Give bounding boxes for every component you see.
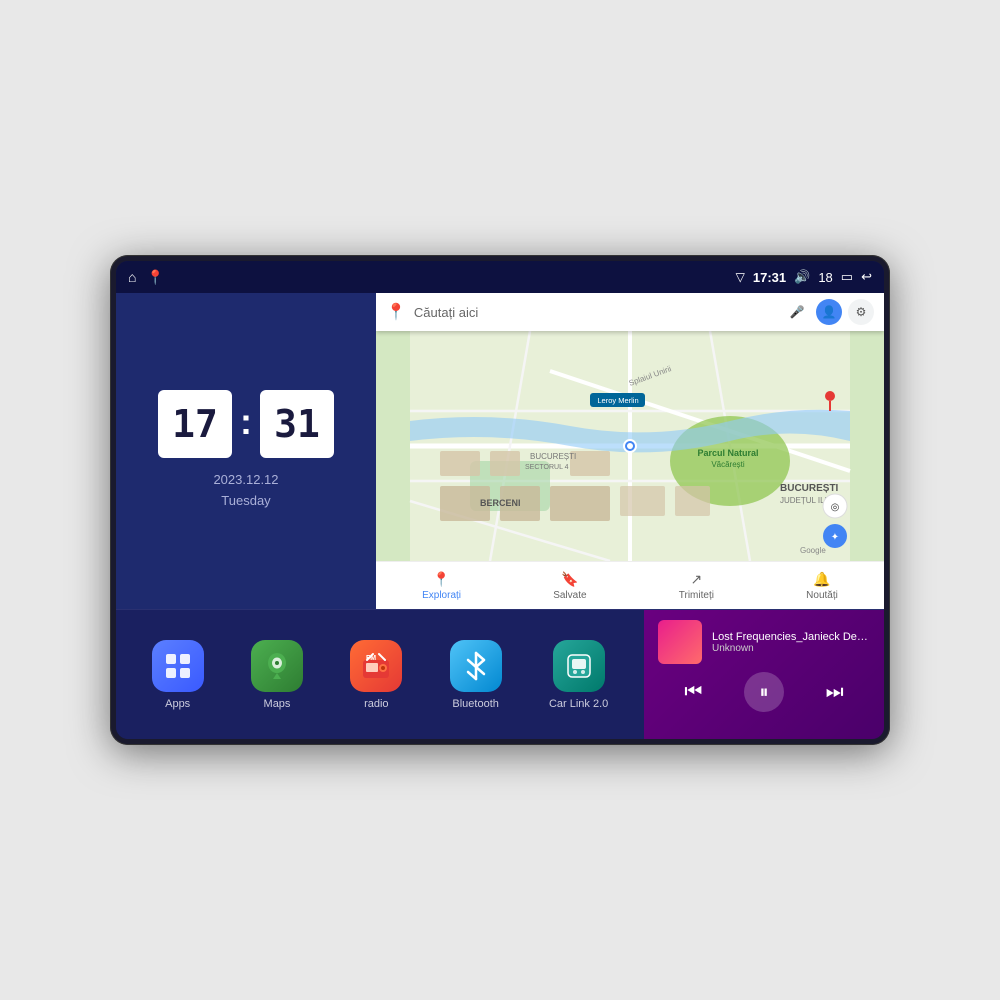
battery-level: 18 [818,270,832,285]
nav-item-salvate[interactable]: 🔖 Salvate [553,571,586,601]
map-area[interactable]: Parcul Natural Văcărești BUCUREȘTI JUDEȚ… [376,331,884,561]
app-item-maps[interactable]: Maps [251,640,303,710]
prev-button[interactable]: ⏮ [673,672,713,712]
map-panel: 📍 Căutați aici 🎤 👤 ⚙ [376,293,884,609]
svg-text:Parcul Natural: Parcul Natural [697,448,758,458]
svg-text:✦: ✦ [831,532,839,543]
map-bottom-bar: 📍 Explorați 🔖 Salvate ↗ Trimiteți 🔔 [376,561,884,609]
clock-minute: 31 [260,390,334,458]
carlink-icon [553,640,605,692]
music-artist: Unknown [712,643,870,654]
app-item-carlink[interactable]: Car Link 2.0 [549,640,608,710]
nav-item-noutăți[interactable]: 🔔 Noutăți [806,571,838,601]
volume-icon: 🔊 [794,269,810,285]
status-right-info: ▽ 17:31 🔊 18 ▭ ↩ [736,269,872,285]
map-search-actions: 🎤 👤 ⚙ [784,299,874,325]
music-album-art [658,620,702,664]
radio-label: radio [364,698,388,710]
device-screen: ⌂ 📍 ▽ 17:31 🔊 18 ▭ ↩ 17 : [116,261,884,739]
news-icon: 🔔 [813,571,830,588]
svg-text:Leroy Merlin: Leroy Merlin [597,396,638,405]
album-image [658,620,702,664]
music-controls: ⏮ ⏸ ⏭ [658,672,870,712]
apps-icon [152,640,204,692]
nav-label-noutăți: Noutăți [806,590,838,601]
map-search-text[interactable]: Căutați aici [414,305,776,320]
bluetooth-label: Bluetooth [452,698,498,710]
clock-hour: 17 [158,390,232,458]
svg-text:FM: FM [366,655,376,662]
play-pause-button[interactable]: ⏸ [744,672,784,712]
music-info-row: Lost Frequencies_Janieck Devy-... Unknow… [658,620,870,664]
svg-text:◎: ◎ [831,502,840,513]
voice-search-button[interactable]: 🎤 [784,299,810,325]
nav-label-explorați: Explorați [422,590,461,601]
map-pin-icon: 📍 [386,302,406,322]
maps-pin-icon[interactable]: 📍 [146,269,163,286]
clock-panel: 17 : 31 2023.12.12 Tuesday [116,293,376,609]
apps-label: Apps [165,698,190,710]
device-frame: ⌂ 📍 ▽ 17:31 🔊 18 ▭ ↩ 17 : [110,255,890,745]
music-text: Lost Frequencies_Janieck Devy-... Unknow… [712,631,870,654]
app-item-bluetooth[interactable]: Bluetooth [450,640,502,710]
svg-text:SECTORUL 4: SECTORUL 4 [525,464,569,471]
apps-row: Apps Maps FM radi [116,610,644,739]
top-section: 17 : 31 2023.12.12 Tuesday 📍 Căutați aic… [116,293,884,609]
nav-label-salvate: Salvate [553,590,586,601]
radio-icon: FM [350,640,402,692]
maps-label: Maps [264,698,291,710]
bluetooth-icon [450,640,502,692]
app-item-apps[interactable]: Apps [152,640,204,710]
carlink-label: Car Link 2.0 [549,698,608,710]
music-title: Lost Frequencies_Janieck Devy-... [712,631,870,643]
battery-icon: ▭ [841,269,853,285]
nav-label-trimiteți: Trimiteți [679,590,714,601]
music-panel: Lost Frequencies_Janieck Devy-... Unknow… [644,610,884,739]
bottom-section: Apps Maps FM radi [116,609,884,739]
clock-display: 17 : 31 [158,390,334,458]
status-time: 17:31 [753,270,786,285]
svg-text:Văcărești: Văcărești [711,460,745,469]
location-icon: ▽ [736,270,745,284]
more-options-button[interactable]: ⚙ [848,299,874,325]
home-icon[interactable]: ⌂ [128,269,136,285]
clock-date: 2023.12.12 Tuesday [213,470,278,512]
back-icon[interactable]: ↩ [861,269,872,285]
svg-text:BUCUREȘTI: BUCUREȘTI [780,483,839,494]
nav-item-explorați[interactable]: 📍 Explorați [422,571,461,601]
app-item-radio[interactable]: FM radio [350,640,402,710]
account-button[interactable]: 👤 [816,299,842,325]
nav-item-trimiteți[interactable]: ↗ Trimiteți [679,571,714,601]
svg-text:Google: Google [800,546,826,555]
svg-text:BERCENI: BERCENI [480,498,521,508]
map-search-bar: 📍 Căutați aici 🎤 👤 ⚙ [376,293,884,331]
status-bar: ⌂ 📍 ▽ 17:31 🔊 18 ▭ ↩ [116,261,884,293]
main-content: 17 : 31 2023.12.12 Tuesday 📍 Căutați aic… [116,293,884,739]
explore-icon: 📍 [433,571,450,588]
svg-text:BUCUREȘTI: BUCUREȘTI [530,452,576,461]
clock-colon: : [240,401,252,443]
status-left-icons: ⌂ 📍 [128,269,164,286]
share-icon: ↗ [690,571,702,588]
maps-icon [251,640,303,692]
saved-icon: 🔖 [561,571,578,588]
next-button[interactable]: ⏭ [815,672,855,712]
